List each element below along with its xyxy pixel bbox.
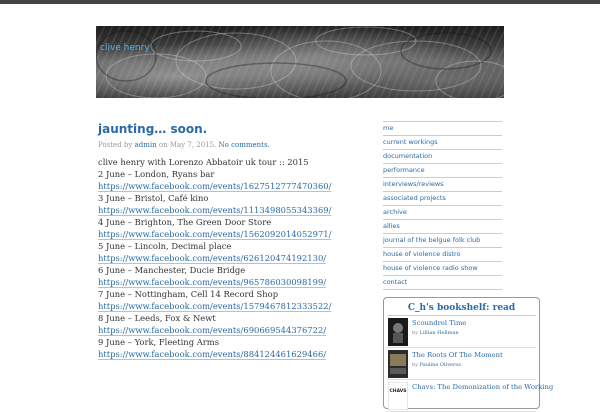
book-cover-image[interactable]	[388, 318, 408, 346]
header-texture	[96, 26, 504, 98]
event-link[interactable]: https://www.facebook.com/events/15620920…	[98, 229, 332, 240]
sidebar-item-distro[interactable]: house of violence distro	[383, 247, 502, 261]
tour-date-entry: 6 June – Manchester, Ducie Bridge https:…	[98, 264, 368, 288]
tour-date-text: 9 June – York, Fleeting Arms	[98, 337, 220, 347]
by-label: by	[412, 330, 419, 336]
sidebar-item-journal[interactable]: journal of the belgue folk club	[383, 233, 502, 247]
tour-date-text: 5 June – Lincoln, Decimal place	[98, 241, 232, 251]
bookshelf-book: Scoundrel Time by Lillian Hellman	[387, 316, 536, 348]
sidebar-nav: me current workings documentation perfor…	[383, 121, 502, 290]
event-link[interactable]: https://www.facebook.com/events/69066954…	[98, 325, 327, 336]
book-cover-image[interactable]: CHAVS	[388, 382, 408, 410]
post-intro: clive henry with Lorenzo Abbatoir uk tou…	[98, 157, 309, 167]
sidebar-item-archive[interactable]: archive	[383, 205, 502, 219]
book-title-link[interactable]: The Roots Of The Moment	[412, 351, 503, 359]
event-link[interactable]: https://www.facebook.com/events/16275127…	[98, 181, 332, 192]
event-link[interactable]: https://www.facebook.com/events/88412446…	[98, 349, 327, 360]
book-cover-lettering: CHAVS	[390, 388, 407, 394]
post-author-link[interactable]: admin	[135, 141, 157, 149]
post-meta: Posted by admin on May 7, 2015. No comme…	[98, 141, 270, 149]
sidebar-item-me[interactable]: me	[383, 121, 502, 135]
bookshelf-book: CHAVS Chavs: The Demonization of the Wor…	[387, 380, 553, 412]
site-title-link[interactable]: clive henry	[100, 43, 150, 53]
sidebar-item-current-workings[interactable]: current workings	[383, 135, 502, 149]
sidebar-item-radio-show[interactable]: house of violence radio show	[383, 261, 502, 275]
event-link[interactable]: https://www.facebook.com/events/15794678…	[98, 301, 332, 312]
tour-date-entry: 9 June – York, Fleeting Arms https://www…	[98, 336, 368, 360]
sidebar-item-documentation[interactable]: documentation	[383, 149, 502, 163]
sidebar-item-allies[interactable]: allies	[383, 219, 502, 233]
post-body: clive henry with Lorenzo Abbatoir uk tou…	[98, 156, 368, 360]
event-link[interactable]: https://www.facebook.com/events/96578603…	[98, 277, 327, 288]
book-title-link[interactable]: Chavs: The Demonization of the Working	[412, 383, 553, 391]
post-title[interactable]: jaunting… soon.	[98, 122, 207, 136]
tour-date-entry: 8 June – Leeds, Fox & Newt https://www.f…	[98, 312, 368, 336]
bookshelf-widget: C_h's bookshelf: read Scoundrel Time by …	[383, 297, 553, 412]
site-header-banner: clive henry	[96, 26, 504, 98]
tour-date-text: 6 June – Manchester, Ducie Bridge	[98, 265, 246, 275]
book-cover-image[interactable]	[388, 350, 408, 378]
tour-date-text: 7 June – Nottingham, Cell 14 Record Shop	[98, 289, 279, 299]
tour-date-entry: 7 June – Nottingham, Cell 14 Record Shop…	[98, 288, 368, 312]
sidebar-item-contact[interactable]: contact	[383, 275, 502, 290]
tour-date-text: 4 June – Brighton, The Green Door Store	[98, 217, 272, 227]
posted-by-label: Posted by	[98, 141, 133, 149]
book-author-line: by Pauline Oliveros	[412, 362, 461, 368]
event-link[interactable]: https://www.facebook.com/events/11134980…	[98, 205, 332, 216]
tour-date-text: 2 June – London, Ryans bar	[98, 169, 215, 179]
book-title-link[interactable]: Scoundrel Time	[412, 319, 466, 327]
tour-date-entry: 4 June – Brighton, The Green Door Store …	[98, 216, 368, 240]
tour-date-entry: 3 June – Bristol, Café kino https://www.…	[98, 192, 368, 216]
bookshelf-title[interactable]: C_h's bookshelf: read	[387, 303, 536, 316]
book-author-line: by Lillian Hellman	[412, 330, 459, 336]
sidebar-item-associated-projects[interactable]: associated projects	[383, 191, 502, 205]
on-label: on	[158, 141, 168, 149]
sidebar-item-interviews-reviews[interactable]: interviews/reviews	[383, 177, 502, 191]
by-label: by	[412, 362, 419, 368]
tour-date-entry: 2 June – London, Ryans bar https://www.f…	[98, 168, 368, 192]
top-bar	[0, 0, 600, 4]
tour-date-text: 3 June – Bristol, Café kino	[98, 193, 209, 203]
sidebar-item-performance[interactable]: performance	[383, 163, 502, 177]
book-author-link[interactable]: Pauline Oliveros	[420, 362, 461, 368]
comments-link[interactable]: No comments.	[219, 141, 270, 149]
tour-date-entry: 5 June – Lincoln, Decimal place https://…	[98, 240, 368, 264]
post-date: May 7, 2015.	[169, 141, 217, 149]
book-author-link[interactable]: Lillian Hellman	[420, 330, 459, 336]
tour-date-text: 8 June – Leeds, Fox & Newt	[98, 313, 216, 323]
event-link[interactable]: https://www.facebook.com/events/62612047…	[98, 253, 327, 264]
bookshelf-book: The Roots Of The Moment by Pauline Olive…	[387, 348, 536, 380]
